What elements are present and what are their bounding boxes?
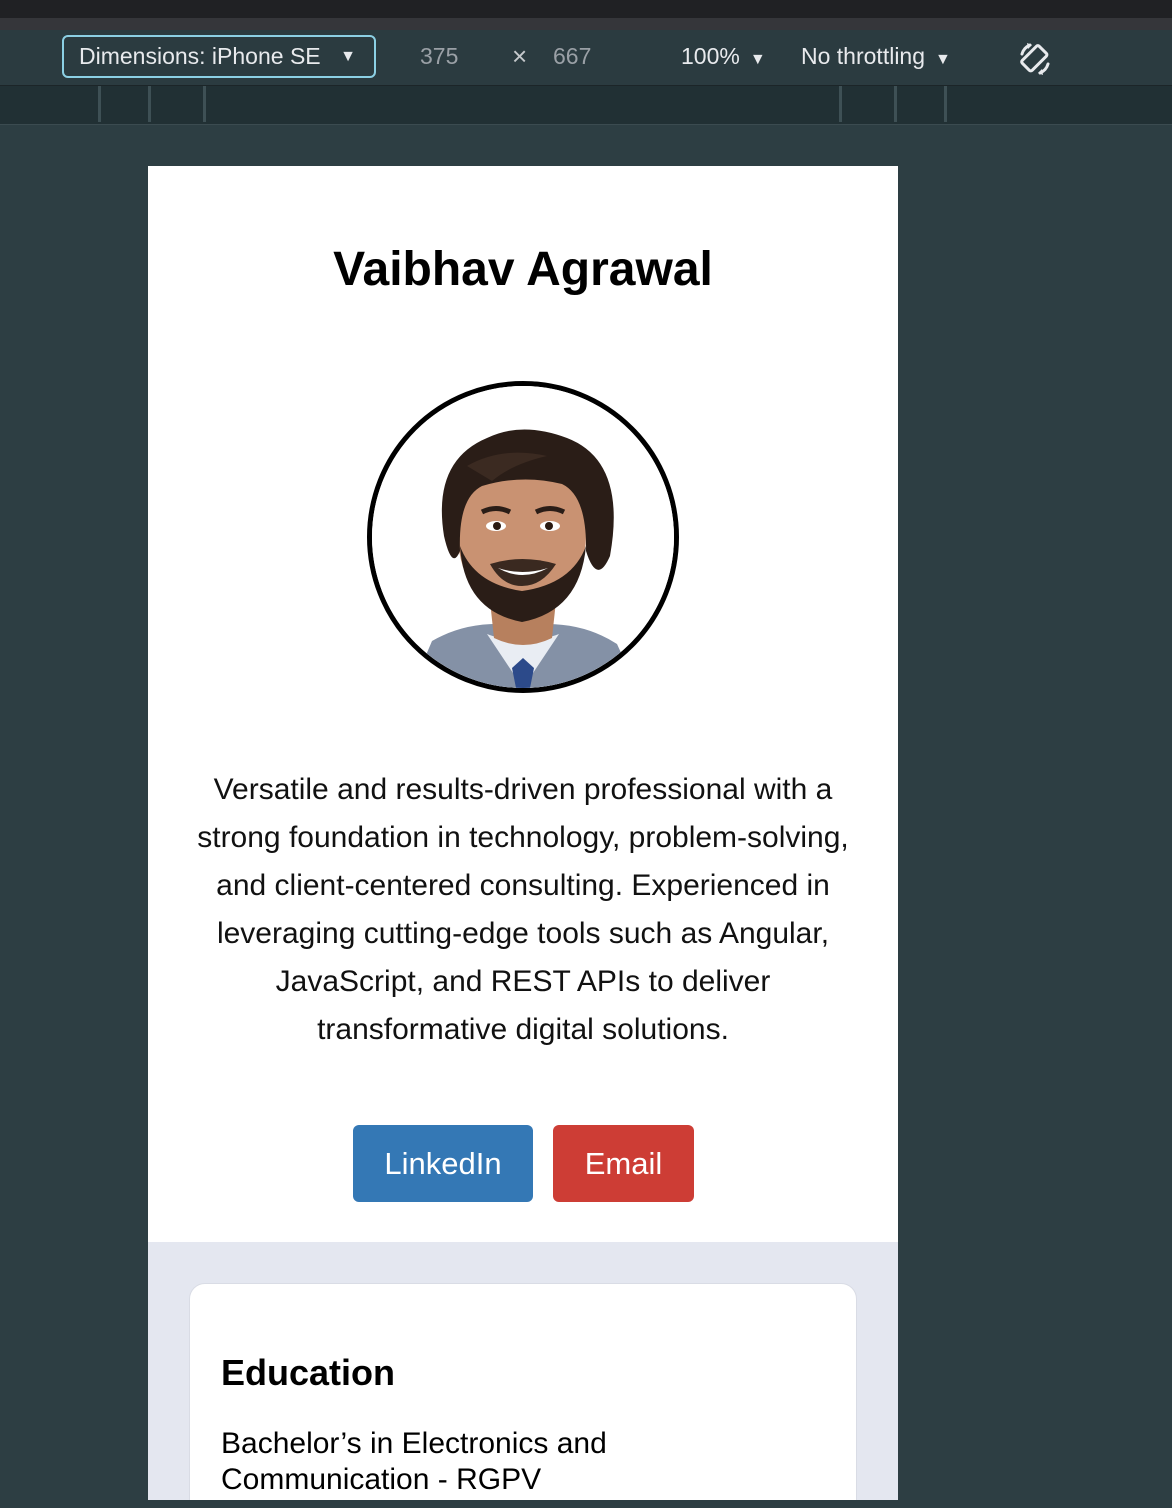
linkedin-button[interactable]: LinkedIn bbox=[353, 1125, 533, 1202]
education-card: Education Bachelor’s in Electronics and … bbox=[189, 1283, 857, 1500]
profile-bio: Versatile and results-driven professiona… bbox=[197, 773, 849, 1046]
devtools-top-strip bbox=[0, 18, 1172, 30]
times-icon: × bbox=[512, 41, 528, 71]
profile-hero: Vaibhav Agrawal Versatile and results-dr… bbox=[148, 166, 898, 1242]
avatar bbox=[367, 381, 679, 693]
device-toolbar: Dimensions: iPhone SE ▼ 375 × 667 100% ▼ … bbox=[0, 30, 1172, 86]
media-query-bar bbox=[0, 86, 1172, 125]
zoom-label: 100% bbox=[681, 43, 740, 69]
throttling-label: No throttling bbox=[801, 43, 926, 69]
width-input[interactable]: 375 bbox=[420, 38, 458, 75]
throttling-select[interactable]: No throttling ▼ bbox=[801, 38, 951, 78]
avatar-portrait bbox=[372, 386, 674, 688]
device-dimensions-select[interactable]: Dimensions: iPhone SE ▼ bbox=[62, 35, 376, 78]
chevron-down-icon: ▼ bbox=[340, 48, 356, 65]
rotate-device-icon[interactable] bbox=[1016, 40, 1054, 78]
education-degree: Bachelor’s in Electronics and Communicat… bbox=[221, 1427, 607, 1496]
media-query-marker[interactable] bbox=[839, 86, 842, 122]
media-query-marker[interactable] bbox=[944, 86, 947, 122]
zoom-select[interactable]: 100% ▼ bbox=[681, 38, 766, 78]
profile-name: Vaibhav Agrawal bbox=[333, 243, 713, 296]
education-heading: Education bbox=[221, 1352, 396, 1393]
device-dimensions-label: Dimensions: iPhone SE bbox=[79, 43, 321, 69]
height-input[interactable]: 667 bbox=[553, 38, 591, 75]
media-query-marker[interactable] bbox=[98, 86, 101, 122]
sections-area: Education Bachelor’s in Electronics and … bbox=[148, 1242, 898, 1500]
media-query-marker[interactable] bbox=[894, 86, 897, 122]
browser-top-strip bbox=[0, 0, 1172, 18]
device-viewport: Vaibhav Agrawal Versatile and results-dr… bbox=[148, 166, 898, 1500]
media-query-marker[interactable] bbox=[148, 86, 151, 122]
chevron-down-icon: ▼ bbox=[749, 51, 766, 68]
media-query-marker[interactable] bbox=[203, 86, 206, 122]
chevron-down-icon: ▼ bbox=[935, 51, 951, 68]
email-button[interactable]: Email bbox=[553, 1125, 694, 1202]
